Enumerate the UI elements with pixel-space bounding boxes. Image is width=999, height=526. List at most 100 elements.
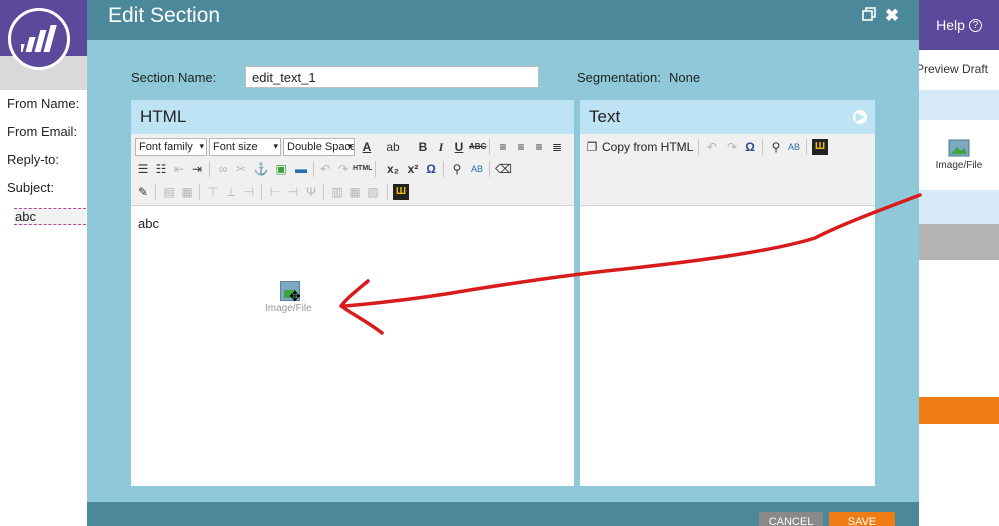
modal-title: Edit Section [108,4,221,27]
unlink-icon[interactable]: ✂ [233,161,249,177]
redo-icon[interactable]: ↷ [335,161,351,177]
toolbar-separator [489,139,490,155]
undo-icon[interactable]: ↶ [704,139,720,155]
right-panel-band [919,90,999,120]
text-editor-toolbar: ❐ Copy from HTML ↶ ↷ Ω ⚲ AB Ш [580,134,875,206]
edit-css-icon[interactable]: ✎ [135,184,151,200]
right-panel-band [919,190,999,224]
numbered-list-icon[interactable]: ☷ [153,161,169,177]
help-button[interactable]: Help ? [919,0,999,50]
template-icon[interactable]: Ш [393,184,409,200]
toolbar-separator [443,161,444,177]
insert-row-after-icon[interactable]: ⊥ [223,184,239,200]
toolbar-separator [698,139,699,155]
outdent-icon[interactable]: ⇤ [171,161,187,177]
preview-draft-link[interactable]: Preview Draft [916,62,999,76]
marketo-logo[interactable] [8,8,70,70]
from-name-label: From Name: [7,96,80,111]
font-color-icon[interactable]: A [359,139,375,155]
merge-cells-icon[interactable]: ▦ [347,184,363,200]
help-icon: ? [968,18,982,32]
find-icon[interactable]: ⚲ [768,139,784,155]
subject-value[interactable]: abc [14,208,86,225]
insert-image-icon[interactable]: ▣ [273,161,289,177]
toolbar-separator [155,184,156,200]
link-icon[interactable]: ∞ [215,161,231,177]
align-justify-icon[interactable]: ≣ [549,139,565,155]
toolbar-separator [375,161,376,177]
toolbar-separator [313,161,314,177]
replace-icon[interactable]: AB [786,139,802,155]
delete-row-icon[interactable]: ⊣ [241,184,257,200]
delete-col-icon[interactable]: Ψ [303,184,319,200]
logo-bars-icon [21,25,57,52]
toolbar-separator [199,184,200,200]
segmentation-label: Segmentation: [577,70,661,85]
find-icon[interactable]: ⚲ [449,161,465,177]
toolbar-separator [489,161,490,177]
toolbar-separator [323,184,324,200]
table-props-icon[interactable]: ▦ [179,184,195,200]
text-panel-header: Text ▶ [580,100,875,134]
split-cells-icon[interactable]: ▥ [329,184,345,200]
table-icon[interactable]: ▤ [161,184,177,200]
special-character-icon[interactable]: Ω [742,139,758,155]
highlight-color-icon[interactable]: ab [385,139,401,155]
anchor-icon[interactable]: ⚓ [253,161,269,177]
text-panel-title: Text [589,107,621,126]
section-name-label: Section Name: [131,70,217,85]
align-left-icon[interactable]: ≡ [495,139,511,155]
copy-from-html-button[interactable]: Copy from HTML [602,140,693,154]
template-icon[interactable]: Ш [812,139,828,155]
image-file-icon [948,139,970,157]
edit-section-modal: Edit Section ✖ Section Name: Segmentatio… [87,0,919,526]
italic-icon[interactable]: I [433,139,449,155]
html-source-icon[interactable]: HTML [353,161,372,177]
save-button[interactable]: SAVE [829,512,895,526]
toolbar-separator [387,184,388,200]
right-panel-orange-band [919,397,999,424]
insert-row-before-icon[interactable]: ⊤ [205,184,221,200]
indent-icon[interactable]: ⇥ [189,161,205,177]
help-label: Help [936,17,965,33]
underline-icon[interactable]: U [451,139,467,155]
reply-to-label: Reply-to: [7,152,60,167]
modal-header: Edit Section ✖ [87,0,919,40]
superscript-icon[interactable]: x² [405,161,421,177]
font-family-select[interactable]: Font family [135,138,207,156]
replace-icon[interactable]: AB [469,161,485,177]
maximize-icon[interactable] [860,7,878,25]
delete-table-icon[interactable]: ▧ [365,184,381,200]
toolbar-separator [261,184,262,200]
strikethrough-icon[interactable]: ABC [469,139,486,155]
move-cursor-icon: ✥ [289,288,301,304]
align-center-icon[interactable]: ≡ [513,139,529,155]
toolbar-separator [806,139,807,155]
subscript-icon[interactable]: x₂ [385,161,401,177]
insert-col-after-icon[interactable]: ⊣ [285,184,301,200]
bullet-list-icon[interactable]: ☰ [135,161,151,177]
html-editor-content[interactable]: abc [138,216,159,231]
copy-icon[interactable]: ❐ [584,139,600,155]
eraser-icon[interactable]: ⌫ [495,161,512,177]
redo-icon[interactable]: ↷ [724,139,740,155]
align-right-icon[interactable]: ≡ [531,139,547,155]
right-panel-gray-band [919,224,999,260]
right-side-panel [919,0,999,526]
cancel-button[interactable]: CANCEL [759,512,823,526]
close-icon[interactable]: ✖ [883,7,901,25]
toolbar-separator [209,161,210,177]
from-email-label: From Email: [7,124,78,139]
section-name-input[interactable] [245,66,539,88]
undo-icon[interactable]: ↶ [317,161,333,177]
segmentation-value: None [669,70,701,85]
line-spacing-select[interactable]: Double Space [283,138,355,156]
insert-col-before-icon[interactable]: ⊢ [267,184,283,200]
bold-icon[interactable]: B [415,139,431,155]
horizontal-rule-icon[interactable]: ▬ [293,161,309,177]
font-size-select[interactable]: Font size [209,138,281,156]
toolbar-separator [762,139,763,155]
arrow-right-icon[interactable]: ▶ [853,110,867,124]
special-character-icon[interactable]: Ω [423,161,439,177]
image-file-item[interactable]: Image/File [919,130,999,190]
